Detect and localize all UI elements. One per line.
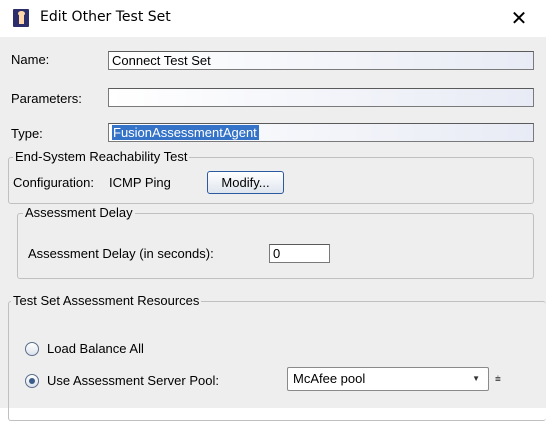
app-icon <box>13 9 29 27</box>
filter-icon[interactable]: ⩧ <box>495 374 501 385</box>
load-balance-radio[interactable] <box>25 342 39 356</box>
configuration-value: ICMP Ping <box>109 175 171 190</box>
name-field[interactable]: Connect Test Set <box>108 51 534 70</box>
type-value: FusionAssessmentAgent <box>112 125 259 140</box>
pool-dropdown[interactable]: McAfee pool ▼ <box>287 367 489 391</box>
use-pool-label: Use Assessment Server Pool: <box>47 373 219 388</box>
resources-group-title: Test Set Assessment Resources <box>11 293 202 308</box>
assessment-delay-field[interactable]: 0 <box>269 244 330 263</box>
assessment-delay-label: Assessment Delay (in seconds): <box>28 246 214 261</box>
window-title: Edit Other Test Set <box>40 9 171 25</box>
load-balance-label: Load Balance All <box>47 341 144 356</box>
close-button[interactable]: ✕ <box>505 4 533 32</box>
modify-button[interactable]: Modify... <box>207 171 284 194</box>
reachability-group-title: End-System Reachability Test <box>13 149 190 164</box>
reachability-group: End-System Reachability Test Configurati… <box>8 150 534 204</box>
assessment-delay-group: Assessment Delay Assessment Delay (in se… <box>17 206 534 279</box>
parameters-field[interactable] <box>108 88 534 107</box>
type-field[interactable]: FusionAssessmentAgent <box>108 123 534 142</box>
chevron-down-icon: ▼ <box>472 374 480 383</box>
title-bar: Edit Other Test Set ✕ <box>0 0 546 37</box>
parameters-label: Parameters: <box>11 91 82 106</box>
configuration-label: Configuration: <box>13 175 94 190</box>
resources-group: Test Set Assessment Resources Load Balan… <box>8 294 546 421</box>
name-label: Name: <box>11 52 50 67</box>
dialog-body: Name: Connect Test Set Parameters: Type:… <box>0 37 546 421</box>
assessment-delay-group-title: Assessment Delay <box>23 205 135 220</box>
pool-dropdown-value: McAfee pool <box>293 371 366 386</box>
type-label: Type: <box>11 126 43 141</box>
use-pool-radio[interactable] <box>25 374 39 388</box>
